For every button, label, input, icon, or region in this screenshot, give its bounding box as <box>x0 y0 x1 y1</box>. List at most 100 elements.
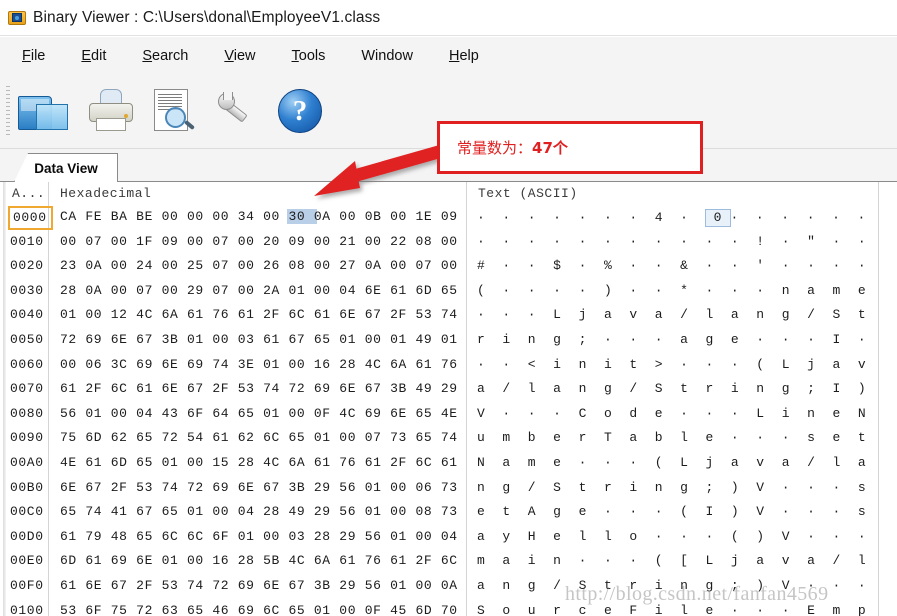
hex-byte[interactable]: 08 <box>415 504 440 519</box>
hex-byte[interactable]: 6E <box>162 357 187 372</box>
hex-byte[interactable]: 76 <box>365 553 390 568</box>
ascii-char[interactable]: · <box>731 430 756 445</box>
hex-byte[interactable]: 3B <box>289 480 314 495</box>
hex-byte[interactable]: 01 <box>162 553 187 568</box>
hex-byte[interactable]: 56 <box>339 504 364 519</box>
hex-byte[interactable]: 65 <box>314 332 339 347</box>
hex-byte[interactable]: 01 <box>441 332 466 347</box>
ascii-char[interactable]: · <box>756 430 781 445</box>
ascii-char[interactable]: ) <box>756 578 781 593</box>
hex-byte[interactable]: 6D <box>415 283 440 298</box>
ascii-char[interactable]: · <box>731 357 756 372</box>
ascii-char[interactable]: · <box>858 258 883 273</box>
ascii-char[interactable]: · <box>655 529 680 544</box>
hex-byte[interactable]: 4C <box>365 357 390 372</box>
ascii-char[interactable]: g <box>680 480 705 495</box>
hex-byte[interactable]: 01 <box>390 332 415 347</box>
hex-byte[interactable]: 6D <box>60 553 85 568</box>
hex-byte[interactable]: 00 <box>339 603 364 616</box>
hex-byte[interactable]: 07 <box>365 430 390 445</box>
ascii-char[interactable]: e <box>553 529 578 544</box>
hex-row[interactable]: 0090 75 6D 62 65 72 54 61 62 6C 65 01 00 07 73 65 74 u m b e… <box>0 427 897 452</box>
hex-byte[interactable]: 65 <box>289 603 314 616</box>
ascii-char[interactable]: ) <box>731 480 756 495</box>
hex-byte[interactable]: 2F <box>390 455 415 470</box>
ascii-char[interactable]: ) <box>858 381 883 396</box>
ascii-char[interactable]: t <box>858 430 883 445</box>
ascii-char[interactable]: e <box>553 455 578 470</box>
ascii-char[interactable]: g <box>528 578 553 593</box>
hex-byte[interactable]: 04 <box>136 406 161 421</box>
ascii-char[interactable]: ; <box>731 578 756 593</box>
hex-byte[interactable]: 00 <box>111 283 136 298</box>
hex-byte[interactable]: 6C <box>441 553 466 568</box>
ascii-char[interactable]: i <box>782 406 807 421</box>
hex-byte[interactable]: 61 <box>314 455 339 470</box>
hex-byte[interactable]: 07 <box>212 258 237 273</box>
hex-row[interactable]: 0000 CA FE BA BE 00 00 00 34 00 30 0A 00 0B 00 1E 09 · · · ·… <box>0 206 897 231</box>
ascii-char[interactable]: e <box>655 406 680 421</box>
ascii-char[interactable]: · <box>604 210 629 225</box>
ascii-char[interactable]: · <box>629 283 654 298</box>
ascii-char[interactable]: · <box>857 210 882 225</box>
hex-byte[interactable]: 46 <box>212 603 237 616</box>
hex-byte[interactable]: 56 <box>365 578 390 593</box>
hex-byte[interactable]: 6D <box>415 603 440 616</box>
hex-byte[interactable]: 6C <box>263 430 288 445</box>
document-search-button[interactable] <box>143 83 203 141</box>
ascii-char[interactable]: V <box>782 578 807 593</box>
hex-byte[interactable]: 01 <box>314 603 339 616</box>
hex-byte[interactable]: 6A <box>289 455 314 470</box>
hex-byte[interactable]: 61 <box>339 553 364 568</box>
hex-byte[interactable]: 76 <box>339 455 364 470</box>
ascii-char[interactable]: i <box>655 603 680 616</box>
hex-byte[interactable]: 61 <box>314 307 339 322</box>
ascii-char[interactable]: · <box>579 258 604 273</box>
menu-view[interactable]: View <box>224 48 255 64</box>
ascii-char[interactable]: n <box>655 480 680 495</box>
ascii-char[interactable]: H <box>528 529 553 544</box>
hex-byte[interactable]: 01 <box>390 578 415 593</box>
ascii-char[interactable]: a <box>502 553 527 568</box>
ascii-char[interactable]: i <box>528 553 553 568</box>
hex-byte[interactable]: 74 <box>212 357 237 372</box>
ascii-char[interactable]: · <box>782 480 807 495</box>
ascii-char[interactable]: g <box>782 307 807 322</box>
hex-byte[interactable]: 72 <box>162 430 187 445</box>
ascii-char[interactable]: e <box>731 332 756 347</box>
hex-byte[interactable]: 6A <box>314 553 339 568</box>
hex-byte[interactable]: 00 <box>60 234 85 249</box>
hex-byte[interactable]: 28 <box>238 553 263 568</box>
ascii-char[interactable]: n <box>477 480 502 495</box>
ascii-char[interactable]: m <box>502 430 527 445</box>
hex-byte[interactable]: 61 <box>187 307 212 322</box>
ascii-char[interactable]: t <box>579 480 604 495</box>
hex-byte[interactable]: 00 <box>365 332 390 347</box>
hex-byte[interactable]: 04 <box>238 504 263 519</box>
hex-byte[interactable]: BA <box>111 209 136 224</box>
ascii-char[interactable]: · <box>502 210 527 225</box>
hex-row[interactable]: 0070 61 2F 6C 61 6E 67 2F 53 74 72 69 6E 67 3B 49 29 a / l a… <box>0 378 897 403</box>
menu-help[interactable]: Help <box>449 48 479 64</box>
ascii-char[interactable]: ! <box>756 234 781 249</box>
hex-byte[interactable]: 65 <box>238 406 263 421</box>
hex-byte[interactable]: 61 <box>60 529 85 544</box>
hex-byte[interactable]: 65 <box>136 529 161 544</box>
ascii-char[interactable]: · <box>553 210 578 225</box>
ascii-char[interactable]: l <box>528 381 553 396</box>
ascii-char[interactable]: L <box>680 455 705 470</box>
hex-byte[interactable]: 65 <box>415 430 440 445</box>
ascii-char[interactable]: · <box>553 406 578 421</box>
hex-byte[interactable]: 21 <box>339 234 364 249</box>
hex-byte[interactable]: 73 <box>441 504 466 519</box>
ascii-char[interactable]: s <box>807 430 832 445</box>
ascii-char[interactable]: e <box>553 430 578 445</box>
hex-byte[interactable]: 06 <box>85 357 110 372</box>
hex-byte[interactable]: 00 <box>187 234 212 249</box>
ascii-char[interactable]: n <box>579 381 604 396</box>
ascii-char[interactable]: y <box>502 529 527 544</box>
hex-byte[interactable]: 69 <box>136 357 161 372</box>
hex-byte[interactable]: 74 <box>263 381 288 396</box>
ascii-char[interactable]: # <box>477 258 502 273</box>
hex-byte[interactable]: 07 <box>212 283 237 298</box>
